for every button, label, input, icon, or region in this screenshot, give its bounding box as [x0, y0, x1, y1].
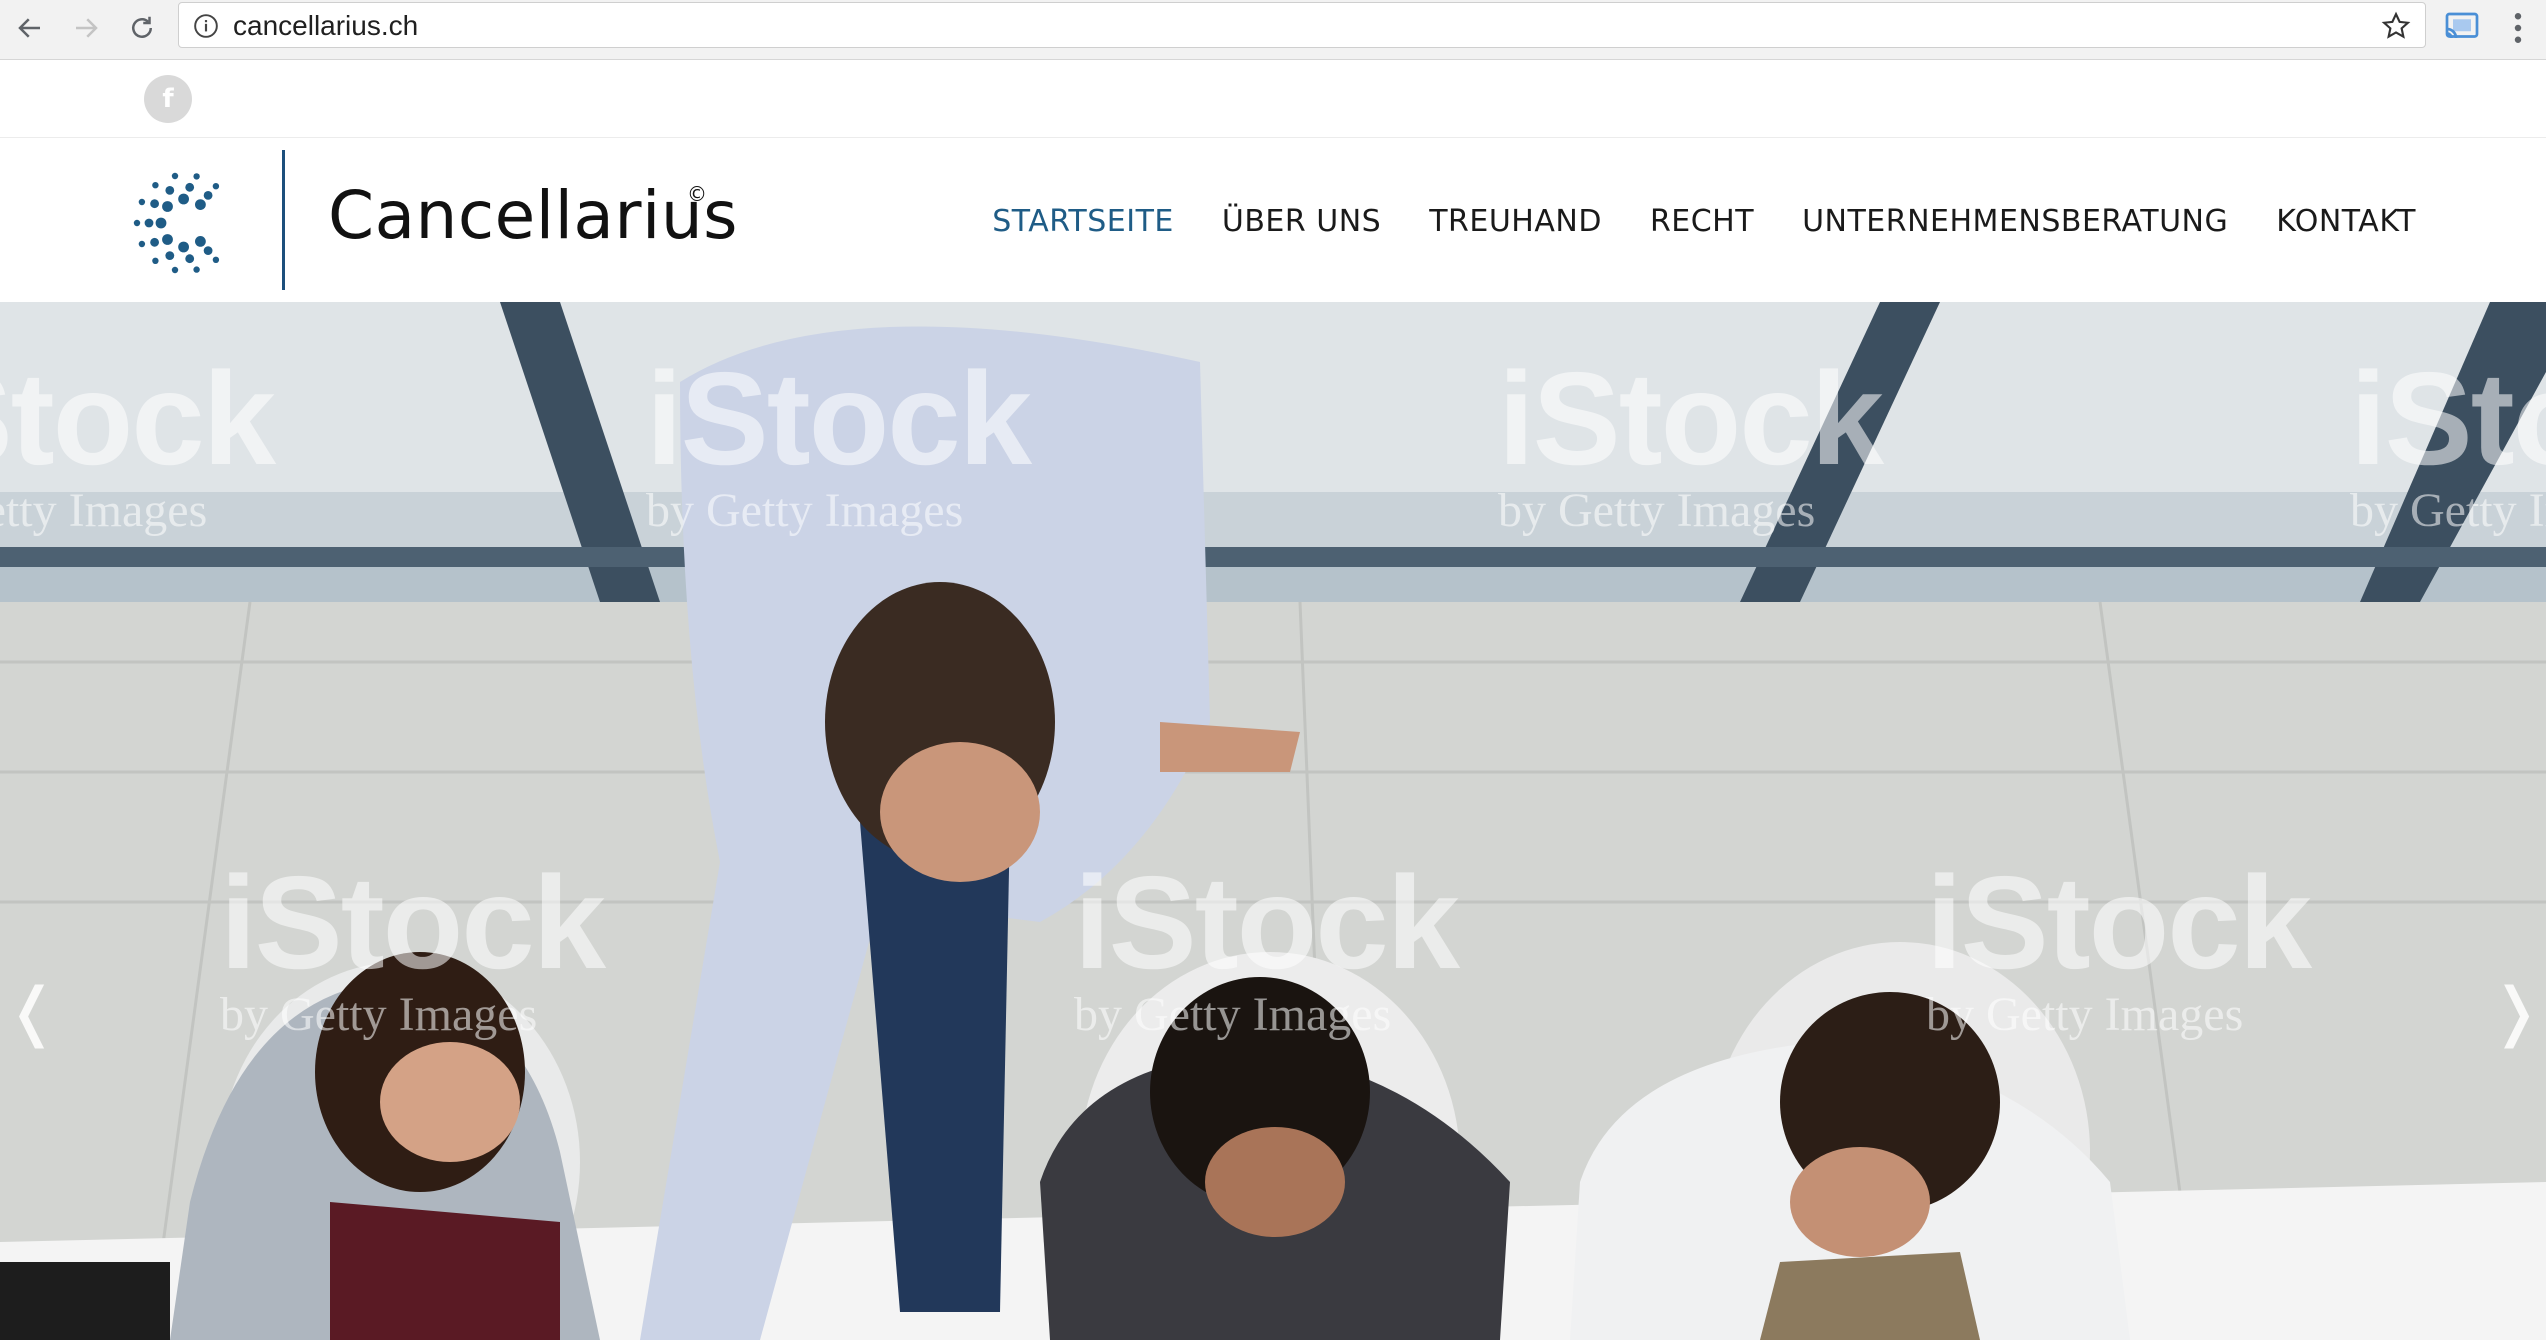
back-arrow-icon[interactable]: [8, 6, 52, 50]
reload-icon[interactable]: [120, 6, 164, 50]
logo-dot: [178, 241, 189, 253]
logo-dot: [193, 173, 200, 180]
hero-slider[interactable]: iStock by Getty Images iStock by Getty I…: [0, 302, 2546, 1340]
logo-dot: [150, 237, 159, 247]
address-bar[interactable]: cancellarius.ch: [178, 2, 2426, 48]
nav-item-startseite[interactable]: STARTSEITE: [992, 204, 1174, 239]
logo-dot: [133, 219, 141, 227]
logo-dot: [171, 266, 179, 274]
logo-dot: [144, 218, 154, 228]
brand-name[interactable]: Cancellarius: [328, 176, 738, 256]
forward-arrow-icon[interactable]: [64, 6, 108, 50]
nav-item-kontakt[interactable]: KONTAKT: [2276, 204, 2416, 239]
logo-dot: [162, 201, 173, 212]
star-icon[interactable]: [2381, 11, 2411, 41]
logo-dot: [171, 172, 179, 180]
logo-dots-icon[interactable]: [130, 168, 240, 278]
logo-dot: [203, 191, 213, 200]
logo-dot: [178, 193, 189, 205]
nav-item-unternehmensberatung[interactable]: UNTERNEHMENSBERATUNG: [1802, 204, 2228, 239]
logo-dot: [212, 183, 220, 190]
logo-dot: [138, 240, 146, 248]
logo-dot: [193, 266, 200, 273]
facebook-glyph: f: [162, 84, 174, 114]
main-nav: STARTSEITE ÜBER UNS TREUHAND RECHT UNTER…: [992, 204, 2416, 239]
logo-dot: [155, 217, 167, 229]
url-text[interactable]: cancellarius.ch: [233, 10, 418, 42]
carousel-prev-icon[interactable]: ❬: [2, 967, 62, 1057]
nav-item-treuhand[interactable]: TREUHAND: [1429, 204, 1602, 239]
site-header: Cancellarius © STARTSEITE ÜBER UNS TREUH…: [0, 138, 2546, 302]
logo-dot: [195, 236, 206, 247]
copyright-mark: ©: [687, 182, 707, 206]
logo-dot: [150, 199, 159, 209]
logo-dot: [212, 256, 220, 263]
nav-item-ueber-uns[interactable]: ÜBER UNS: [1222, 204, 1381, 239]
cast-icon[interactable]: [2444, 8, 2480, 44]
logo-dot: [162, 234, 173, 245]
kebab-menu-icon[interactable]: [2500, 6, 2536, 50]
nav-item-recht[interactable]: RECHT: [1650, 204, 1754, 239]
logo-dot: [185, 182, 195, 192]
social-bar: f: [0, 60, 2546, 138]
facebook-icon[interactable]: f: [144, 75, 192, 123]
logo-dot: [152, 182, 159, 189]
logo-dot: [165, 251, 175, 260]
info-icon[interactable]: [193, 13, 219, 39]
logo-dot: [138, 198, 146, 206]
logo-divider: [282, 150, 285, 290]
logo-dot: [195, 199, 206, 210]
logo-dot: [185, 254, 195, 264]
hero-photo: [0, 302, 2546, 1340]
logo-dot: [203, 246, 213, 255]
logo-dot: [165, 186, 175, 195]
browser-toolbar: cancellarius.ch: [0, 0, 2546, 60]
carousel-next-icon[interactable]: ❭: [2486, 967, 2546, 1057]
logo-dot: [152, 257, 159, 264]
